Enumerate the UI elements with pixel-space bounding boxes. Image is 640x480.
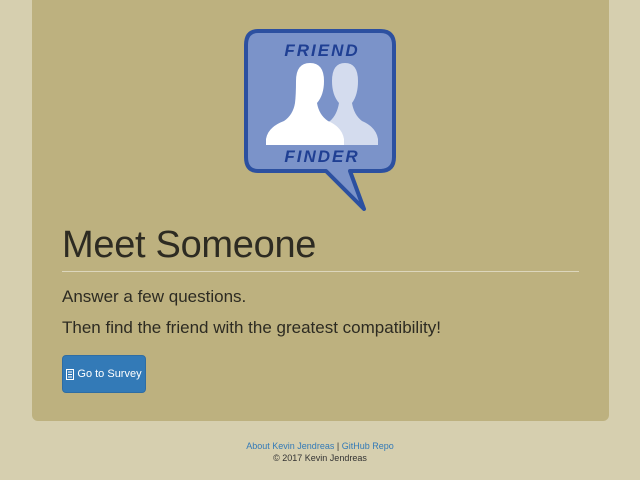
github-repo-link[interactable]: GitHub Repo [342, 441, 394, 451]
footer-separator: | [336, 441, 340, 451]
page-title: Meet Someone [62, 224, 317, 266]
go-to-survey-label: Go to Survey [77, 368, 142, 380]
logo-bottom-text: FINDER [284, 147, 359, 166]
friend-finder-logo: FRIEND FINDER [244, 29, 396, 211]
go-to-survey-button[interactable]: Go to Survey [62, 355, 146, 393]
lead-text-2: Then find the friend with the greatest c… [62, 318, 441, 337]
divider [62, 271, 579, 272]
list-alt-icon [66, 368, 75, 380]
copyright-text: © 2017 Kevin Jendreas [273, 453, 367, 463]
footer-links: About Kevin Jendreas | GitHub Repo [0, 440, 640, 452]
hero-panel: FRIEND FINDER Meet Someone Answer a few … [32, 0, 609, 421]
about-link[interactable]: About Kevin Jendreas [246, 441, 334, 451]
footer: About Kevin Jendreas | GitHub Repo © 201… [0, 440, 640, 464]
lead-text-1: Answer a few questions. [62, 287, 247, 306]
logo-top-text: FRIEND [284, 41, 359, 60]
